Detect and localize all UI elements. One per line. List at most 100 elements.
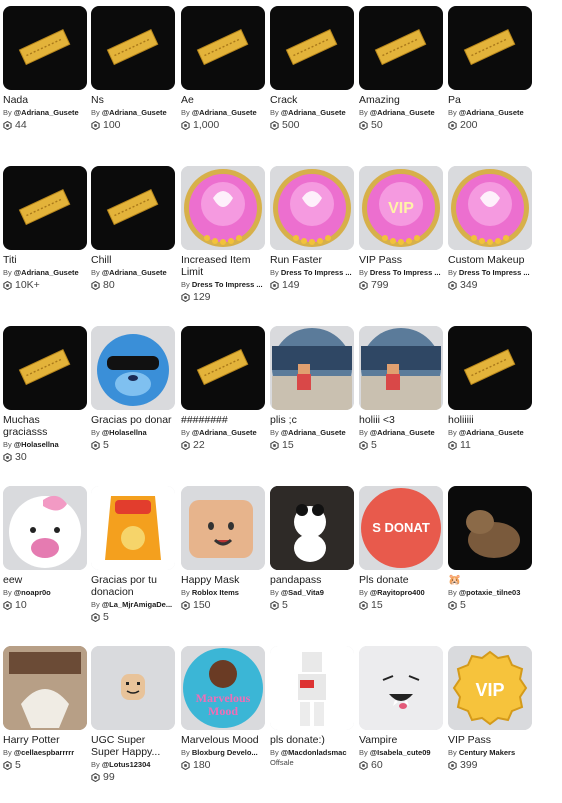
game-pass-name[interactable]: Marvelous Mood [181,734,265,746]
game-pass-thumbnail[interactable]: VIP [448,646,532,730]
game-pass-card[interactable]: Custom Makeup By Dress To Impress ... 349 [448,166,532,291]
creator-name-link[interactable]: @Rayitopro400 [370,588,425,597]
creator-name-link[interactable]: Century Makers [459,748,515,757]
game-pass-name[interactable]: Gracias po donar [91,414,175,426]
game-pass-thumbnail[interactable] [91,486,175,570]
game-pass-thumbnail[interactable] [448,486,532,570]
creator-name-link[interactable]: @Adriana_Gusete [459,108,524,117]
creator-name-link[interactable]: Dress To Impress ... [370,268,441,277]
game-pass-thumbnail[interactable] [3,486,87,570]
game-pass-name[interactable]: Run Faster [270,254,354,266]
game-pass-name[interactable]: Amazing [359,94,443,106]
game-pass-name[interactable]: holiiiii [448,414,532,426]
creator-name-link[interactable]: @potaxie_tilne03 [459,588,521,597]
game-pass-card[interactable]: Muchas graciasss By @Holasellna 30 [3,326,87,463]
game-pass-thumbnail[interactable] [91,166,175,250]
game-pass-thumbnail[interactable] [3,166,87,250]
creator-name-link[interactable]: @Adriana_Gusete [14,108,79,117]
game-pass-card[interactable]: eew By @noapr0o 10 [3,486,87,611]
game-pass-card[interactable]: Marvelous Mood Marvelous Mood By Bloxburg … [181,646,265,771]
game-pass-name[interactable]: plis ;c [270,414,354,426]
game-pass-name[interactable]: pandapass [270,574,354,586]
game-pass-name[interactable]: Increased Item Limit [181,254,265,278]
game-pass-thumbnail[interactable] [181,6,265,90]
game-pass-card[interactable]: Amazing By @Adriana_Gusete 50 [359,6,443,131]
game-pass-card[interactable]: VIP VIP Pass By Century Makers 399 [448,646,532,771]
game-pass-card[interactable]: UGC Super Super Happy... By @Lotus12304 99 [91,646,175,783]
game-pass-name[interactable]: holiii <3 [359,414,443,426]
game-pass-name[interactable]: UGC Super Super Happy... [91,734,175,758]
game-pass-thumbnail[interactable] [3,646,87,730]
game-pass-card[interactable]: pandapass By @Sad_Vita9 5 [270,486,354,611]
creator-name-link[interactable]: @La_MjrAmigaDe... [102,600,172,609]
game-pass-name[interactable]: Vampire [359,734,443,746]
game-pass-thumbnail[interactable] [270,486,354,570]
game-pass-thumbnail[interactable] [448,166,532,250]
game-pass-name[interactable]: VIP Pass [448,734,532,746]
creator-name-link[interactable]: Dress To Impress ... [192,280,263,289]
creator-name-link[interactable]: @Adriana_Gusete [192,108,257,117]
game-pass-card[interactable]: Nada By @Adriana_Gusete 44 [3,6,87,131]
game-pass-card[interactable]: holiiiii By @Adriana_Gusete 11 [448,326,532,451]
game-pass-card[interactable]: ######## By @Adriana_Gusete 22 [181,326,265,451]
game-pass-card[interactable]: pls donate:) By @Macdonladsmac Offsale [270,646,354,768]
game-pass-card[interactable]: Ns By @Adriana_Gusete 100 [91,6,175,131]
creator-name-link[interactable]: @Adriana_Gusete [102,108,167,117]
game-pass-name[interactable]: eew [3,574,87,586]
game-pass-card[interactable]: VIP VIP Pass By Dress To Impress ... 799 [359,166,443,291]
game-pass-name[interactable]: Pls donate [359,574,443,586]
creator-name-link[interactable]: @Adriana_Gusete [102,268,167,277]
game-pass-card[interactable]: Vampire By @Isabela_cute09 60 [359,646,443,771]
game-pass-card[interactable]: Run Faster By Dress To Impress ... 149 [270,166,354,291]
game-pass-name[interactable]: Custom Makeup [448,254,532,266]
creator-name-link[interactable]: Dress To Impress ... [459,268,530,277]
creator-name-link[interactable]: @Holasellna [102,428,147,437]
game-pass-card[interactable]: 🐹 By @potaxie_tilne03 5 [448,486,532,611]
game-pass-card[interactable]: Increased Item Limit By Dress To Impress … [181,166,265,303]
game-pass-thumbnail[interactable] [359,646,443,730]
game-pass-card[interactable]: Chill By @Adriana_Gusete 80 [91,166,175,291]
game-pass-name[interactable]: ######## [181,414,265,426]
game-pass-card[interactable]: Happy Mask By Roblox Items 150 [181,486,265,611]
creator-name-link[interactable]: @Adriana_Gusete [370,108,435,117]
game-pass-name[interactable]: pls donate:) [270,734,354,746]
game-pass-thumbnail[interactable] [270,166,354,250]
creator-name-link[interactable]: @Holasellna [14,440,59,449]
game-pass-name[interactable]: Crack [270,94,354,106]
game-pass-thumbnail[interactable]: Marvelous Mood [181,646,265,730]
game-pass-name[interactable]: VIP Pass [359,254,443,266]
game-pass-thumbnail[interactable]: VIP [359,166,443,250]
game-pass-card[interactable]: Pa By @Adriana_Gusete 200 [448,6,532,131]
creator-name-link[interactable]: @noapr0o [14,588,51,597]
game-pass-name[interactable]: Nada [3,94,87,106]
creator-name-link[interactable]: @Adriana_Gusete [192,428,257,437]
game-pass-card[interactable]: holiii <3 By @Adriana_Gusete 5 [359,326,443,451]
game-pass-thumbnail[interactable] [448,326,532,410]
game-pass-thumbnail[interactable] [359,326,443,410]
creator-name-link[interactable]: Roblox Items [192,588,239,597]
game-pass-thumbnail[interactable] [3,6,87,90]
game-pass-thumbnail[interactable] [270,6,354,90]
game-pass-card[interactable]: S DONAT Pls donate By @Rayitopro400 15 [359,486,443,611]
game-pass-name[interactable]: Titi [3,254,87,266]
game-pass-name[interactable]: Happy Mask [181,574,265,586]
game-pass-thumbnail[interactable] [181,486,265,570]
game-pass-thumbnail[interactable] [91,6,175,90]
creator-name-link[interactable]: @Adriana_Gusete [281,428,346,437]
game-pass-card[interactable]: plis ;c By @Adriana_Gusete 15 [270,326,354,451]
game-pass-name[interactable]: 🐹 [448,574,532,586]
game-pass-card[interactable]: Titi By @Adriana_Gusete 10K+ [3,166,87,291]
creator-name-link[interactable]: @Adriana_Gusete [281,108,346,117]
creator-name-link[interactable]: @Macdonladsmac [281,748,347,757]
game-pass-card[interactable]: Gracias po donar By @Holasellna 5 [91,326,175,451]
game-pass-name[interactable]: Muchas graciasss [3,414,87,438]
game-pass-thumbnail[interactable] [91,646,175,730]
game-pass-thumbnail[interactable] [181,326,265,410]
game-pass-thumbnail[interactable] [3,326,87,410]
game-pass-thumbnail[interactable] [359,6,443,90]
game-pass-thumbnail[interactable] [270,326,354,410]
creator-name-link[interactable]: @Adriana_Gusete [370,428,435,437]
game-pass-name[interactable]: Ae [181,94,265,106]
game-pass-thumbnail[interactable]: S DONAT [359,486,443,570]
game-pass-thumbnail[interactable] [270,646,354,730]
